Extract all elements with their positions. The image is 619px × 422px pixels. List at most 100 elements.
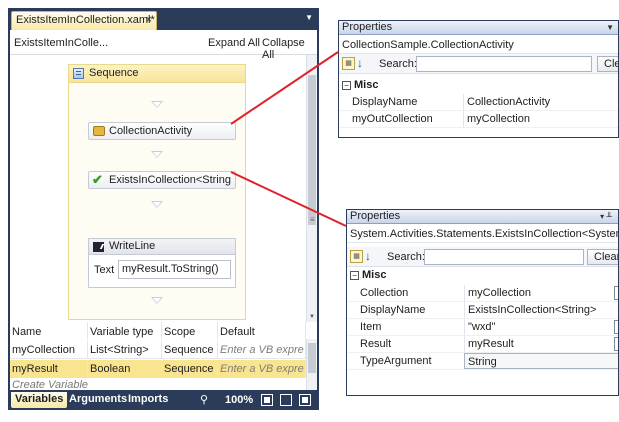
- properties-menu-icon[interactable]: ▼: [606, 21, 614, 34]
- drop-target-arrow-icon: [151, 151, 163, 158]
- properties-window-exists-in-collection: Properties ▾ ╨ System.Activities.Stateme…: [346, 209, 619, 396]
- document-tab-title: ExistsItemInCollection.xaml*: [16, 14, 155, 26]
- fit-to-screen-icon[interactable]: [261, 394, 273, 406]
- expression-editor-button[interactable]: [614, 337, 618, 351]
- property-name: Result: [360, 338, 392, 350]
- tab-variables[interactable]: Variables: [11, 392, 68, 408]
- collapse-category-icon[interactable]: −: [350, 271, 359, 280]
- properties-search-input[interactable]: [424, 249, 584, 265]
- breadcrumb[interactable]: ExistsItemInColle...: [14, 37, 108, 49]
- scroll-down-icon[interactable]: ▼: [309, 314, 315, 320]
- property-value[interactable]: "wxd": [464, 319, 612, 335]
- property-row[interactable]: DisplayName ExistsInCollection<String>: [347, 302, 618, 319]
- search-label: Search:: [387, 251, 425, 263]
- variable-row-selected[interactable]: myResult Boolean Sequence Enter a VB exp…: [10, 360, 306, 378]
- search-label: Search:: [379, 58, 417, 70]
- designer-vertical-scrollbar[interactable]: ≡ ▼: [306, 55, 317, 322]
- properties-toolbar: ▦ ↓ Search: Clear: [347, 247, 618, 267]
- reset-zoom-icon[interactable]: [299, 394, 311, 406]
- properties-title-bar: Properties ▼: [339, 21, 618, 35]
- sequence-header: Sequence: [69, 65, 245, 83]
- column-header-default[interactable]: Default: [218, 322, 306, 340]
- variable-type[interactable]: List<String>: [88, 341, 162, 359]
- clear-search-button[interactable]: Cle: [597, 56, 618, 72]
- tab-imports[interactable]: Imports: [124, 392, 172, 408]
- property-name: DisplayName: [352, 96, 418, 108]
- variable-default[interactable]: Enter a VB expre: [218, 360, 306, 378]
- zoom-magnifier-icon[interactable]: ⚲: [200, 393, 208, 406]
- property-row[interactable]: Collection myCollection: [347, 285, 618, 302]
- drop-target-arrow-icon: [151, 297, 163, 304]
- column-header-scope[interactable]: Scope: [162, 322, 218, 340]
- overview-map-icon[interactable]: [280, 394, 292, 406]
- properties-title-bar: Properties ▾ ╨: [347, 210, 618, 224]
- property-name: DisplayName: [360, 304, 426, 316]
- property-value[interactable]: myCollection: [464, 285, 612, 301]
- categorize-icon[interactable]: ▦: [350, 250, 363, 263]
- drop-target-arrow-icon: [151, 101, 163, 108]
- collection-activity[interactable]: CollectionActivity: [88, 122, 236, 140]
- property-row[interactable]: Result myResult: [347, 336, 618, 353]
- writeline-icon: [93, 242, 104, 252]
- property-name: TypeArgument: [360, 355, 432, 367]
- writeline-text-label: Text: [94, 264, 115, 276]
- workflow-designer-window: ExistsItemInCollection.xaml* × ▼ ExistsI…: [8, 8, 319, 410]
- property-value-dropdown[interactable]: String: [464, 353, 618, 369]
- collection-activity-icon: [93, 126, 105, 136]
- window-menu-icon[interactable]: ▼: [305, 13, 313, 22]
- properties-window-collection-activity: Properties ▼ CollectionSample.Collection…: [338, 20, 619, 138]
- designer-canvas: ExistsItemInColle... Expand All Collapse…: [10, 30, 317, 322]
- writeline-text-input[interactable]: myResult.ToString(): [118, 260, 231, 279]
- sort-alphabetical-icon[interactable]: ↓: [365, 249, 371, 263]
- writeline-activity[interactable]: WriteLine Text myResult.ToString(): [88, 238, 236, 288]
- tab-arguments[interactable]: Arguments: [65, 392, 131, 408]
- property-row[interactable]: DisplayName CollectionActivity: [339, 94, 618, 111]
- sequence-activity[interactable]: Sequence CollectionActivity ✔ ExistsInCo…: [68, 64, 246, 320]
- properties-title: Properties: [342, 21, 393, 33]
- checkmark-icon: ✔: [92, 172, 103, 187]
- properties-title: Properties: [350, 210, 401, 222]
- clear-search-button[interactable]: Clear: [587, 249, 618, 265]
- variable-name[interactable]: myResult: [10, 360, 88, 378]
- designer-bottom-bar: Variables Arguments Imports ⚲ 100%: [8, 390, 319, 410]
- selected-object-type: CollectionSample.CollectionActivity: [339, 36, 618, 54]
- zoom-level[interactable]: 100%: [225, 394, 253, 406]
- property-value[interactable]: myResult: [464, 336, 612, 352]
- pin-icon[interactable]: ▾ ╨: [600, 210, 612, 223]
- close-icon[interactable]: ×: [146, 14, 152, 26]
- variable-type[interactable]: Boolean: [88, 360, 162, 378]
- variable-name[interactable]: myCollection: [10, 341, 88, 359]
- property-row[interactable]: Item "wxd": [347, 319, 618, 336]
- property-value[interactable]: ExistsInCollection<String>: [464, 302, 618, 318]
- property-value[interactable]: myCollection: [463, 111, 618, 127]
- column-header-variable-type[interactable]: Variable type: [88, 322, 162, 340]
- property-row[interactable]: TypeArgument String: [347, 353, 618, 370]
- column-header-name[interactable]: Name: [10, 322, 88, 340]
- scrollbar-thumb[interactable]: [308, 75, 316, 225]
- scrollbar-grip-icon: ≡: [310, 215, 315, 224]
- variable-scope[interactable]: Sequence: [162, 341, 218, 359]
- exists-in-collection-activity[interactable]: ✔ ExistsInCollection<String: [88, 171, 236, 189]
- variable-scope[interactable]: Sequence: [162, 360, 218, 378]
- collapse-category-icon[interactable]: −: [342, 81, 351, 90]
- property-value[interactable]: CollectionActivity: [463, 94, 618, 110]
- variables-scrollbar[interactable]: [306, 339, 317, 390]
- category-misc[interactable]: − Misc: [347, 268, 618, 284]
- writeline-label: WriteLine: [109, 240, 156, 252]
- category-misc[interactable]: − Misc: [339, 78, 618, 94]
- property-name: Item: [360, 321, 382, 333]
- scrollbar-thumb[interactable]: [308, 343, 316, 373]
- expression-editor-button[interactable]: [614, 286, 618, 300]
- expression-editor-button[interactable]: [614, 320, 618, 334]
- property-row[interactable]: myOutCollection myCollection: [339, 111, 618, 128]
- properties-search-input[interactable]: [416, 56, 592, 72]
- variable-default[interactable]: Enter a VB expre: [218, 341, 306, 359]
- categorize-icon[interactable]: ▦: [342, 57, 355, 70]
- expand-all-button[interactable]: Expand All: [208, 37, 260, 49]
- variable-row[interactable]: myCollection List<String> Sequence Enter…: [10, 341, 306, 359]
- category-label: Misc: [354, 79, 379, 91]
- document-tab[interactable]: ExistsItemInCollection.xaml* ×: [11, 11, 157, 30]
- sort-alphabetical-icon[interactable]: ↓: [357, 56, 363, 70]
- sequence-icon: [73, 68, 84, 79]
- exists-in-collection-label: ExistsInCollection<String: [109, 174, 231, 186]
